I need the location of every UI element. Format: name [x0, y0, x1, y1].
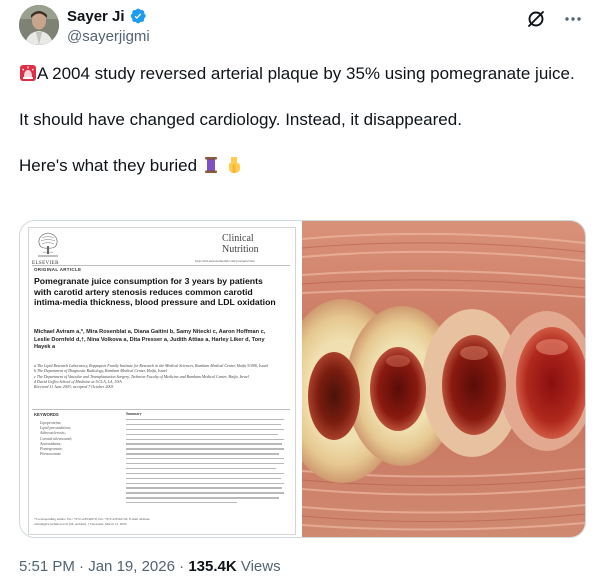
abstract-lead: Summary: [126, 412, 142, 416]
keywords-title: KEYWORDS: [34, 412, 59, 417]
tweet-line-2: It should have changed cardiology. Inste…: [19, 110, 462, 129]
header-rule: [32, 265, 290, 266]
tweet-date[interactable]: Jan 19, 2026: [88, 558, 175, 575]
verified-badge-icon: [129, 7, 147, 25]
author-name-row: Sayer Ji: [67, 7, 147, 25]
tweet-line-1-text: A 2004 study reversed arterial plaque by…: [37, 64, 575, 83]
views-label: Views: [240, 558, 281, 575]
tweet-meta: 5:51 PM · Jan 19, 2026 · 135.4K Views: [19, 558, 281, 575]
article-type: ORIGINAL ARTICLE: [34, 267, 82, 272]
meta-separator: ·: [79, 558, 85, 575]
received-date: Received 11 June 2003; accepted 7 Octobe…: [34, 384, 114, 390]
pointing-down-emoji: [225, 156, 243, 174]
journal-name-line2: Nutrition: [222, 244, 259, 255]
journal-name-line1: Clinical: [222, 233, 254, 244]
avatar[interactable]: [19, 5, 59, 45]
views-count: 135.4K: [188, 558, 237, 575]
author-handle[interactable]: @sayerjigmi: [67, 28, 150, 45]
meta-separator: ·: [179, 558, 185, 575]
tweet-time[interactable]: 5:51 PM: [19, 558, 75, 575]
tweet-header: Sayer Ji @sayerjigmi: [19, 5, 582, 45]
thread-emoji: [202, 156, 220, 174]
artery-cross-section-image: [280, 221, 585, 537]
media-image[interactable]: ELSEVIER Clinical Nutrition http://intl.…: [19, 220, 586, 538]
tweet-line-3: Here's what they buried: [19, 154, 579, 177]
paper-footnote: *Corresponding author. Tel.: +972-4-8542…: [34, 517, 151, 526]
abstract-body: Summary: [126, 412, 284, 507]
more-options-icon[interactable]: [564, 16, 582, 22]
tweet-text: A 2004 study reversed arterial plaque by…: [19, 62, 579, 177]
keywords-list: Lipoproteins; Lipid peroxidation; Athero…: [40, 420, 72, 456]
keyword: Paraoxonase: [40, 451, 62, 457]
journal-name: Clinical Nutrition: [222, 233, 259, 255]
paper-title: Pomegranate juice consumption for 3 year…: [34, 276, 276, 307]
abstract-rule: [32, 409, 290, 410]
elsevier-tree-logo: [34, 229, 62, 259]
tweet-line-3-text: Here's what they buried: [19, 156, 198, 175]
header-actions: [526, 9, 582, 29]
tweet-line-1: A 2004 study reversed arterial plaque by…: [19, 62, 579, 85]
journal-url: http://intl.elsevierhealth.com/journals/…: [195, 259, 255, 263]
rotating-light-emoji: [19, 64, 37, 82]
paper-affiliations: a The Lipid Research Laboratory, Rappapo…: [34, 363, 284, 389]
grok-icon[interactable]: [526, 9, 546, 29]
abstract-text-lines: [126, 419, 284, 504]
paper-page: ELSEVIER Clinical Nutrition http://intl.…: [20, 221, 302, 537]
paper-authors: Michael Aviram a,*, Mira Rosenblat a, Di…: [34, 329, 266, 351]
author-name[interactable]: Sayer Ji: [67, 8, 125, 25]
